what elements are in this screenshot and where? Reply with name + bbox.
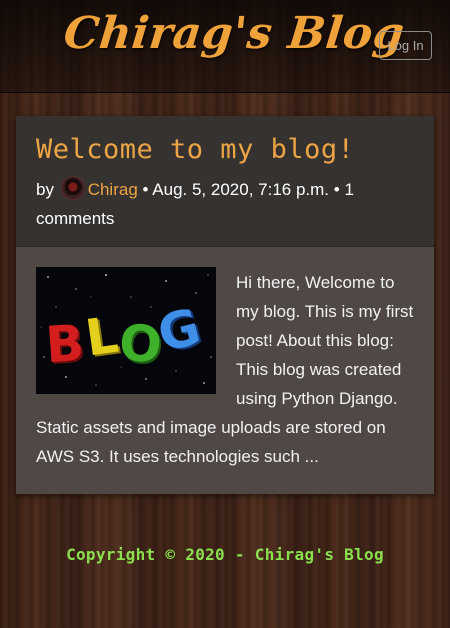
post-thumbnail-image[interactable]: B B L L O O G G: [36, 267, 216, 394]
post-date: Aug. 5, 2020, 7:16 p.m.: [152, 180, 330, 199]
post-title[interactable]: Welcome to my blog!: [36, 134, 414, 165]
post-card: Welcome to my blog! by Chirag • Aug. 5, …: [16, 116, 434, 494]
brand-logo-text[interactable]: Chirag's Blog: [61, 8, 407, 59]
meta-separator: •: [142, 180, 149, 199]
author-link[interactable]: Chirag: [88, 180, 138, 199]
author-avatar[interactable]: [60, 176, 85, 200]
login-button[interactable]: Log In: [379, 31, 432, 60]
navbar: Chirag's Blog Log In: [0, 0, 450, 93]
blog-3d-letters-image: B B L L O O G G: [36, 267, 216, 394]
post-body: B B L L O O G G Hi there, Welcome to my …: [16, 247, 434, 494]
svg-text:B: B: [44, 314, 86, 375]
post-header: Welcome to my blog! by Chirag • Aug. 5, …: [16, 116, 434, 247]
by-label: by: [36, 180, 54, 199]
meta-separator: •: [333, 180, 340, 199]
post-meta: by Chirag • Aug. 5, 2020, 7:16 p.m. • 1 …: [36, 175, 414, 233]
footer-copyright: Copyright © 2020 - Chirag's Blog: [66, 545, 384, 564]
